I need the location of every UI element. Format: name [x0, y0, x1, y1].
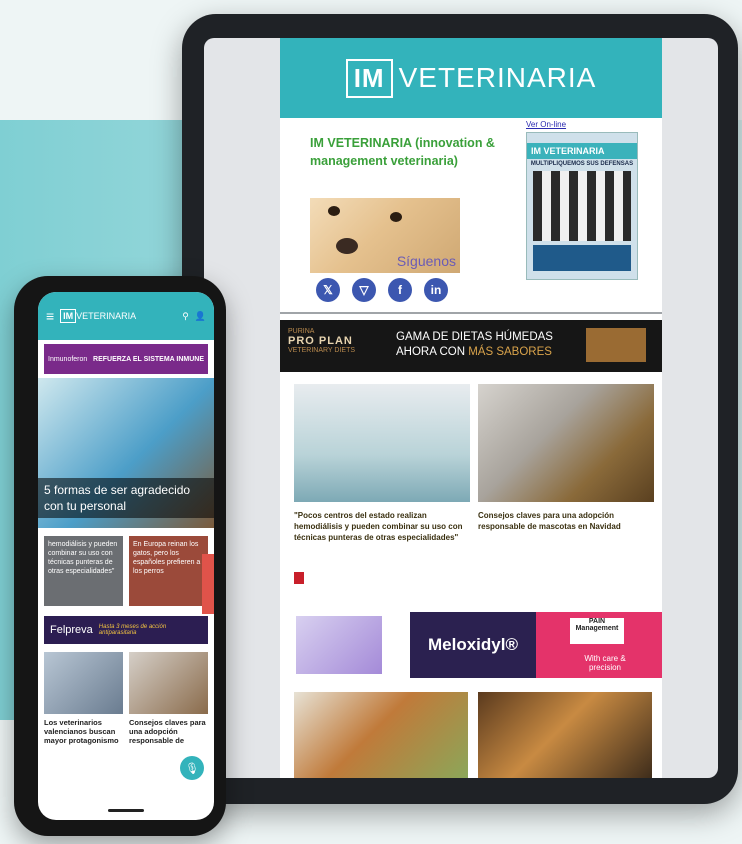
- subscriptions-tab[interactable]: [202, 554, 214, 614]
- follow-banner[interactable]: Síguenos: [310, 198, 460, 273]
- dog-eye: [390, 212, 402, 222]
- telegram-icon[interactable]: ▽: [352, 278, 376, 302]
- article-card[interactable]: "Pocos centros del estado realizan hemod…: [294, 384, 470, 543]
- tablet-device: IM VETERINARIA IM VETERINARIA (innovatio…: [182, 14, 738, 804]
- facebook-icon[interactable]: f: [388, 278, 412, 302]
- linkedin-icon[interactable]: in: [424, 278, 448, 302]
- felpreva-tag: Hasta 3 meses de acción antiparasitaria: [98, 624, 167, 636]
- article-tile[interactable]: Los veterinarios valencianos buscan mayo…: [44, 652, 123, 745]
- proplan-logo: PURINA PRO PLAN VETERINARY DIETS: [288, 328, 355, 354]
- article-card[interactable]: Consejos claves para una adopción respon…: [478, 384, 654, 532]
- pdf-icon[interactable]: [294, 572, 304, 584]
- phone-header: ≡ IM VETERINARIA ⚲ 👤: [38, 292, 214, 340]
- proplan-banner[interactable]: PURINA PRO PLAN VETERINARY DIETS GAMA DE…: [280, 320, 662, 372]
- cover-footer: [533, 245, 631, 271]
- meloxidyl-banner[interactable]: Meloxidyl® PAIN Management With care & p…: [280, 612, 662, 678]
- meloxidyl-tagline: With care & precision: [584, 654, 626, 672]
- proplan-brand-top: PURINA: [288, 328, 315, 335]
- felpreva-banner[interactable]: Felpreva Hasta 3 meses de acción antipar…: [44, 616, 208, 644]
- tile-title: Consejos claves para una adopción respon…: [129, 718, 206, 745]
- user-icon[interactable]: 👤: [195, 311, 206, 322]
- felpreva-brand: Felpreva: [50, 624, 93, 636]
- article-image[interactable]: [294, 692, 468, 778]
- newsletter-header: IM VETERINARIA: [280, 38, 662, 118]
- cover-photo: [533, 171, 631, 241]
- article-image: [294, 384, 470, 502]
- ad-left: Inmunoferon: [48, 355, 88, 363]
- microphone-icon[interactable]: 🎙: [180, 756, 204, 780]
- phone-logo-word: VETERINARIA: [76, 311, 137, 321]
- x-icon[interactable]: 𝕏: [316, 278, 340, 302]
- article-title: Consejos claves para una adopción respon…: [478, 511, 621, 531]
- dog-eye: [328, 206, 340, 216]
- proplan-brand: PRO PLAN: [288, 335, 353, 347]
- pain-management-badge: PAIN Management: [570, 618, 624, 644]
- phone-ad-banner[interactable]: Inmunoferon REFUERZA EL SISTEMA INMUNE: [44, 344, 208, 374]
- product-cans: [586, 328, 646, 362]
- menu-icon[interactable]: ≡: [46, 308, 54, 324]
- logo-word: VETERINARIA: [398, 62, 597, 93]
- phone-cards: hemodiálisis y pueden combinar su uso co…: [38, 528, 214, 614]
- proplan-line2-b: MÁS SABORES: [468, 346, 552, 358]
- newsletter: IM VETERINARIA IM VETERINARIA (innovatio…: [280, 38, 662, 778]
- meloxidyl-badge-area: PAIN Management With care & precision: [536, 612, 662, 678]
- phone-tiles: Los veterinarios valencianos buscan mayo…: [38, 646, 214, 751]
- follow-label: Síguenos: [396, 253, 456, 269]
- product-packs: [296, 616, 382, 674]
- phone-screen: ≡ IM VETERINARIA ⚲ 👤 Inmunoferon REFUERZA…: [38, 292, 214, 820]
- proplan-line2-a: AHORA CON: [396, 346, 469, 358]
- proplan-text: GAMA DE DIETAS HÚMEDAS AHORA CON MÁS SAB…: [396, 330, 553, 360]
- article-tile[interactable]: Consejos claves para una adopción respon…: [129, 652, 208, 745]
- magazine-cover[interactable]: IM VETERINARIA MULTIPLIQUEMOS SUS DEFENS…: [526, 132, 638, 280]
- tile-title: Los veterinarios valencianos buscan mayo…: [44, 718, 119, 745]
- phone-logo[interactable]: IM VETERINARIA: [60, 309, 137, 323]
- divider: [280, 312, 662, 314]
- proplan-line1: GAMA DE DIETAS HÚMEDAS: [396, 331, 553, 343]
- dog-nose: [336, 238, 358, 254]
- logo-mark: IM: [345, 58, 393, 98]
- home-indicator: [108, 809, 144, 812]
- cover-brand: IM VETERINARIA: [527, 143, 637, 159]
- tile-image: [129, 652, 208, 714]
- phone-logo-mark: IM: [60, 309, 77, 323]
- tile-image: [44, 652, 123, 714]
- article-card[interactable]: En Europa reinan los gatos, pero los esp…: [129, 536, 208, 606]
- search-icon[interactable]: ⚲: [182, 311, 189, 322]
- hero-title: 5 formas de ser agradecido con tu person…: [38, 478, 214, 518]
- tablet-screen: IM VETERINARIA IM VETERINARIA (innovatio…: [204, 38, 718, 778]
- article-title: "Pocos centros del estado realizan hemod…: [294, 511, 463, 542]
- meloxidyl-brand: Meloxidyl®: [410, 612, 536, 678]
- social-links: 𝕏 ▽ f in: [316, 278, 448, 302]
- cover-headline: MULTIPLIQUEMOS SUS DEFENSAS: [530, 161, 634, 167]
- proplan-line2: AHORA CON MÁS SABORES: [396, 345, 553, 360]
- intro-title: IM VETERINARIA (innovation & management …: [310, 136, 495, 168]
- article-card[interactable]: hemodiálisis y pueden combinar su uso co…: [44, 536, 123, 606]
- hero-article[interactable]: 5 formas de ser agradecido con tu person…: [38, 378, 214, 528]
- meloxidyl-brand-text: Meloxidyl®: [428, 635, 518, 654]
- phone-device: ≡ IM VETERINARIA ⚲ 👤 Inmunoferon REFUERZA…: [14, 276, 226, 836]
- intro-section: IM VETERINARIA (innovation & management …: [280, 118, 662, 316]
- ad-right: REFUERZA EL SISTEMA INMUNE: [93, 355, 204, 363]
- proplan-brand-sub: VETERINARY DIETS: [288, 347, 356, 354]
- article-image: [478, 384, 654, 502]
- article-image[interactable]: [478, 692, 652, 778]
- view-online-link[interactable]: Ver On-line: [526, 120, 566, 129]
